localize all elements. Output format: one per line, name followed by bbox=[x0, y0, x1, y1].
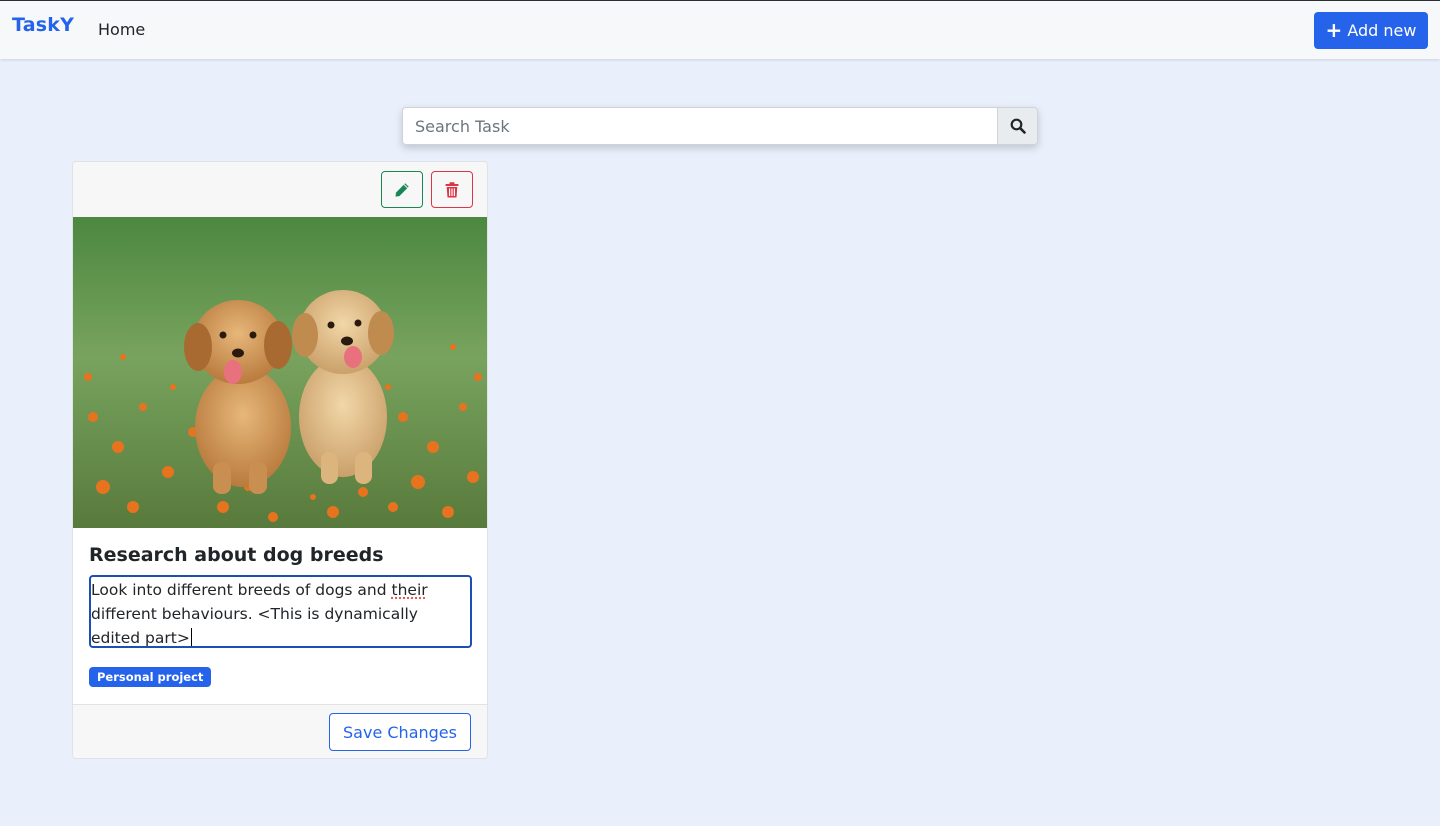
delete-button[interactable] bbox=[431, 171, 473, 208]
plus-icon: + bbox=[1325, 17, 1343, 42]
task-card: Research about dog breeds Look into diff… bbox=[72, 161, 488, 759]
task-description-editor[interactable]: Look into different breeds of dogs and t… bbox=[89, 575, 472, 648]
add-new-button[interactable]: + Add new bbox=[1314, 12, 1428, 49]
task-title: Research about dog breeds bbox=[89, 544, 384, 566]
text-caret bbox=[190, 628, 192, 646]
card-footer: Save Changes bbox=[73, 704, 487, 758]
add-new-label: Add new bbox=[1347, 21, 1417, 40]
brand-logo[interactable]: TaskY bbox=[12, 14, 74, 36]
card-header bbox=[73, 162, 487, 218]
nav-link-home[interactable]: Home bbox=[98, 20, 145, 39]
tag-badge: Personal project bbox=[89, 667, 212, 687]
search-bar bbox=[402, 107, 1038, 145]
search-input[interactable] bbox=[402, 107, 997, 145]
navbar: TaskY Home + Add new bbox=[0, 0, 1440, 59]
trash-icon bbox=[445, 181, 459, 197]
task-image bbox=[73, 217, 487, 528]
edit-button[interactable] bbox=[381, 171, 423, 208]
description-text-2: different behaviours. <This is dynamical… bbox=[91, 605, 418, 647]
puppies-illustration bbox=[73, 217, 487, 528]
search-button[interactable] bbox=[997, 107, 1038, 145]
description-misspelled-word: their bbox=[391, 581, 428, 599]
pencil-icon bbox=[395, 182, 409, 197]
save-changes-button[interactable]: Save Changes bbox=[329, 713, 471, 751]
description-text-1: Look into different breeds of dogs and bbox=[91, 581, 392, 599]
search-icon bbox=[1010, 118, 1026, 134]
